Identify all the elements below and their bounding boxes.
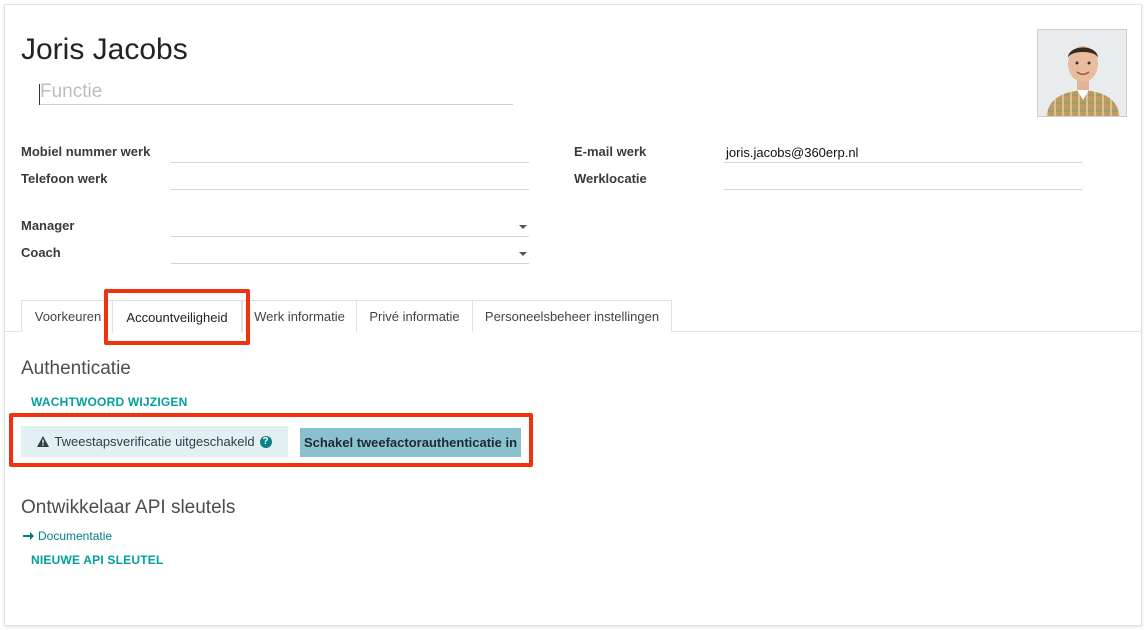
tab-prive-informatie[interactable]: Privé informatie [356,300,473,332]
job-title-field[interactable]: Functie [39,81,513,105]
manager-select[interactable] [171,215,529,237]
tab-werk-informatie[interactable]: Werk informatie [242,300,357,332]
documentation-label: Documentatie [38,529,113,543]
arrow-right-icon [23,532,34,540]
coach-label: Coach [21,245,61,260]
text-cursor [39,84,40,105]
mobile-work-label: Mobiel nummer werk [21,144,151,159]
mobile-work-field[interactable] [171,141,529,163]
manager-label: Manager [21,218,75,233]
tab-voorkeuren[interactable]: Voorkeuren [21,300,115,332]
api-keys-title: Ontwikkelaar API sleutels [21,497,236,518]
chevron-down-icon[interactable] [519,252,527,256]
authentication-title: Authenticatie [21,358,131,379]
change-password-link[interactable]: WACHTWOORD WIJZIGEN [31,395,187,409]
documentation-link[interactable]: Documentatie [23,529,112,543]
phone-work-label: Telefoon werk [21,171,108,186]
employee-name[interactable]: Joris Jacobs [21,33,188,67]
chevron-down-icon[interactable] [519,225,527,229]
work-location-label: Werklocatie [574,171,647,186]
phone-work-field[interactable] [171,168,529,190]
highlight-2fa-box [9,413,533,467]
new-api-key-link[interactable]: NIEUWE API SLEUTEL [31,553,164,567]
email-work-label: E-mail werk [574,144,647,159]
avatar-photo [1038,30,1126,116]
email-work-field[interactable]: joris.jacobs@360erp.nl [724,141,1082,163]
tab-personeelsbeheer-instellingen[interactable]: Personeelsbeheer instellingen [472,300,672,332]
work-location-field[interactable] [724,168,1082,190]
employee-avatar[interactable] [1037,29,1127,117]
coach-select[interactable] [171,242,529,264]
employee-form-sheet: Joris Jacobs Functie Mobiel nummer werk … [4,4,1142,626]
highlight-tab-box [104,289,250,345]
